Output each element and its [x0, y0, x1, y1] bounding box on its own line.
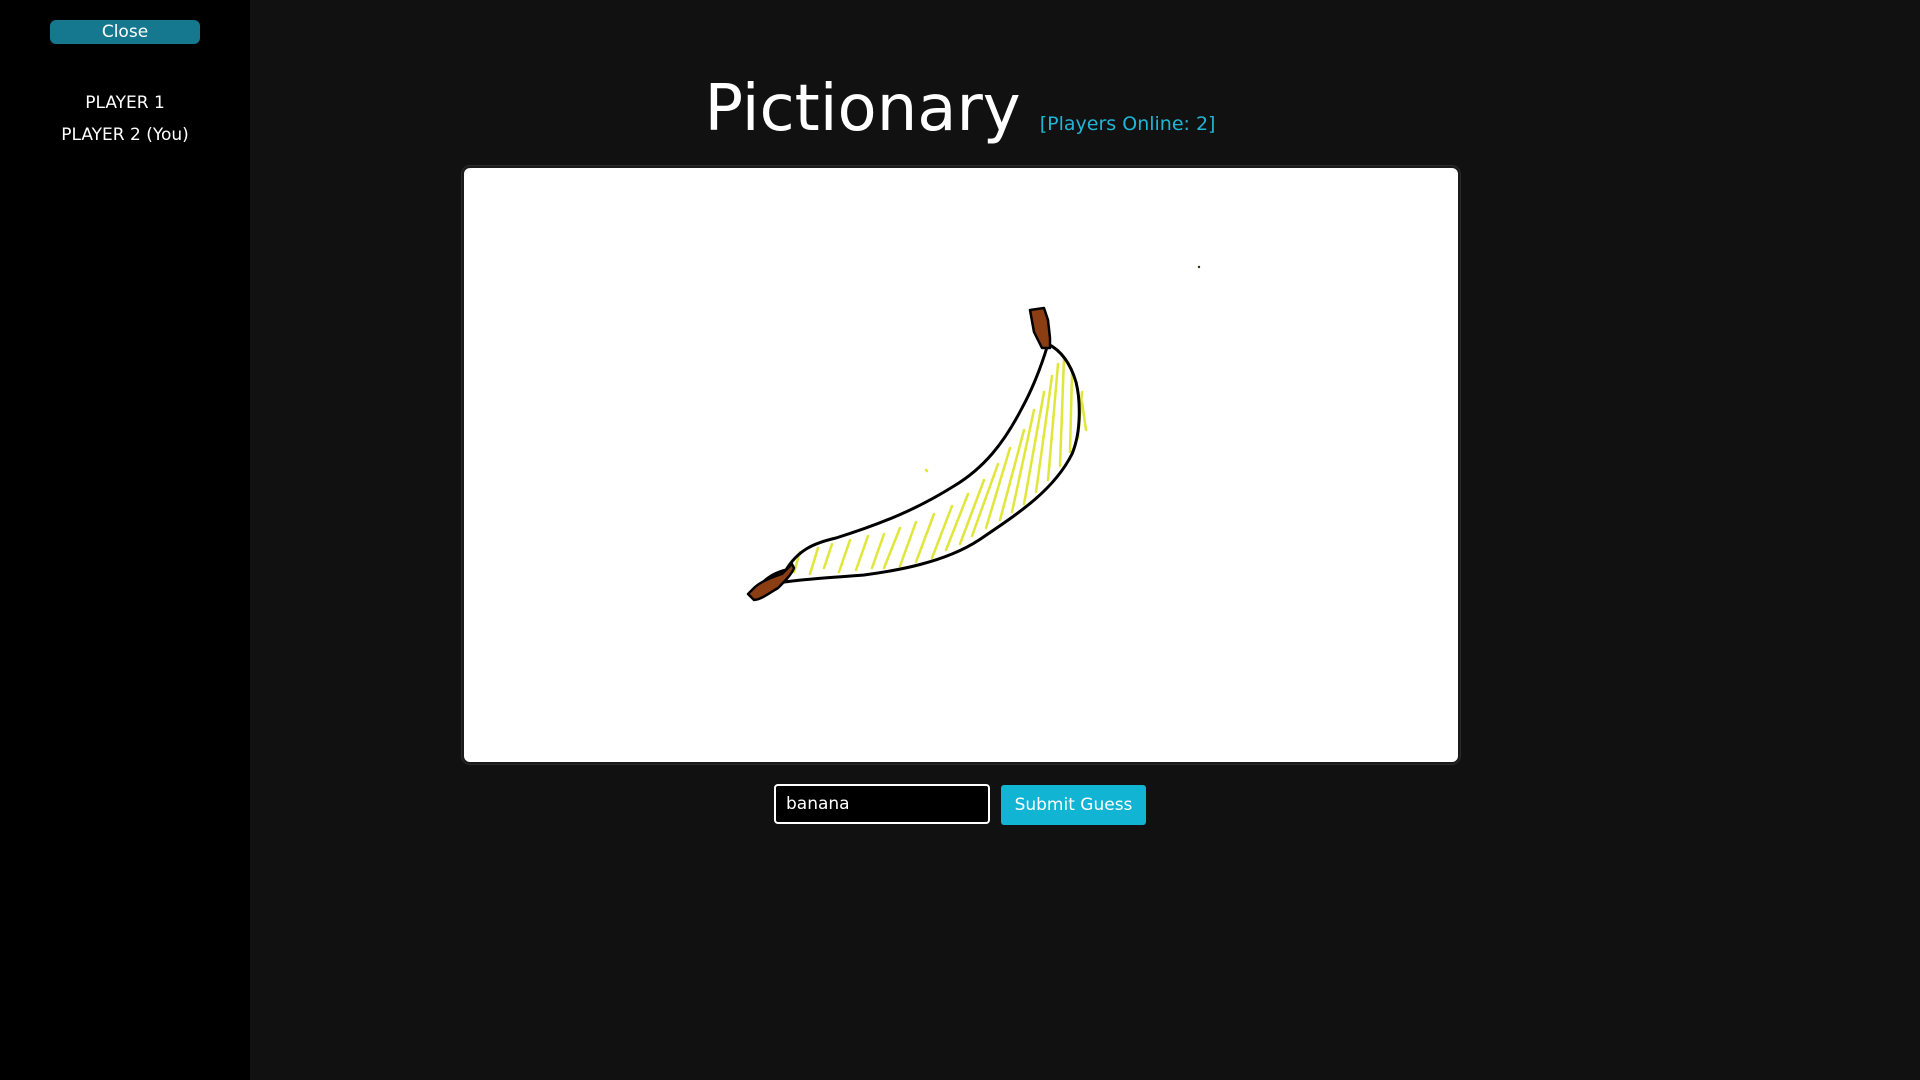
stray-dot	[1197, 265, 1201, 269]
player-list: PLAYER 1 PLAYER 2 (You)	[0, 92, 250, 156]
game-area: Pictionary [Players Online: 2] banana Su…	[250, 0, 1920, 1080]
player-item: PLAYER 1	[85, 93, 165, 113]
players-online-count: [Players Online: 2]	[1039, 113, 1216, 135]
submit-guess-button[interactable]: Submit Guess	[1001, 785, 1146, 825]
sidebar: Close PLAYER 1 PLAYER 2 (You)	[0, 0, 250, 1080]
banana-drawing	[746, 265, 1201, 602]
banana-fill-strokes	[792, 356, 1088, 576]
banana-stem-top	[1028, 306, 1052, 350]
player-item-you: PLAYER 2 (You)	[61, 125, 189, 145]
title-row: Pictionary [Players Online: 2]	[250, 72, 1670, 146]
guess-input[interactable]	[774, 784, 990, 824]
drawing-canvas[interactable]	[462, 166, 1460, 764]
close-button[interactable]: Close	[50, 20, 200, 44]
page-title: Pictionary	[704, 72, 1021, 146]
